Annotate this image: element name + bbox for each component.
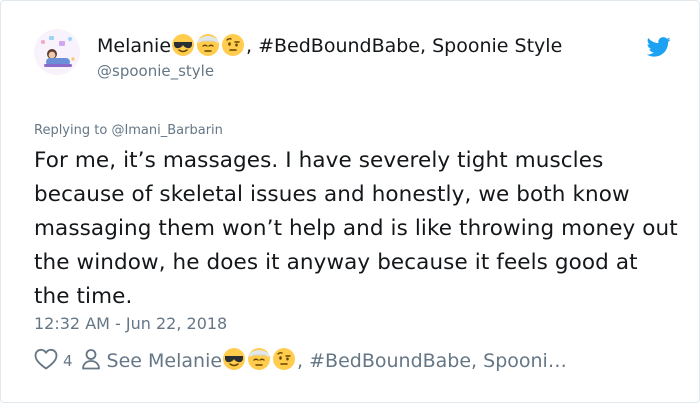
author-name-prefix: Melanie xyxy=(97,35,172,57)
tweet-timestamp[interactable]: 12:32 AM - Jun 22, 2018 xyxy=(34,314,227,333)
like-count: 4 xyxy=(63,352,73,370)
tweet-actions: 4 See Melanie , #BedBoundBabe, Spooni… xyxy=(34,346,567,376)
author-handle[interactable]: @spoonie_style xyxy=(97,62,214,80)
author-name-suffix: , #BedBoundBabe, Spoonie Style xyxy=(246,35,563,57)
reply-mention-link[interactable]: @Imani_Barbarin xyxy=(111,123,222,138)
tweet-card: Melanie , #BedBoundBabe, Spoonie Style @s… xyxy=(0,0,700,403)
tweet-text: For me, it’s massages. I have severely t… xyxy=(34,148,678,309)
avatar[interactable] xyxy=(34,29,80,75)
replying-to-label: Replying to xyxy=(34,123,112,138)
sunglasses-face-emoji-icon xyxy=(222,347,246,376)
author-display-name[interactable]: Melanie , #BedBoundBabe, Spoonie Style xyxy=(97,31,562,66)
person-icon xyxy=(81,348,101,375)
bandaged-head-face-emoji-icon xyxy=(247,347,271,376)
raised-eyebrow-face-emoji-icon xyxy=(221,33,245,66)
see-profile-link[interactable]: See Melanie , #BedBoundBabe, Spooni… xyxy=(81,347,567,376)
raised-eyebrow-face-emoji-icon xyxy=(272,347,296,376)
see-profile-suffix: , #BedBoundBabe, Spooni… xyxy=(297,350,567,372)
twitter-bird-icon[interactable] xyxy=(646,37,671,61)
replying-to: Replying to @Imani_Barbarin xyxy=(34,123,223,138)
heart-icon[interactable] xyxy=(34,348,58,375)
see-profile-prefix: See Melanie xyxy=(106,350,223,372)
